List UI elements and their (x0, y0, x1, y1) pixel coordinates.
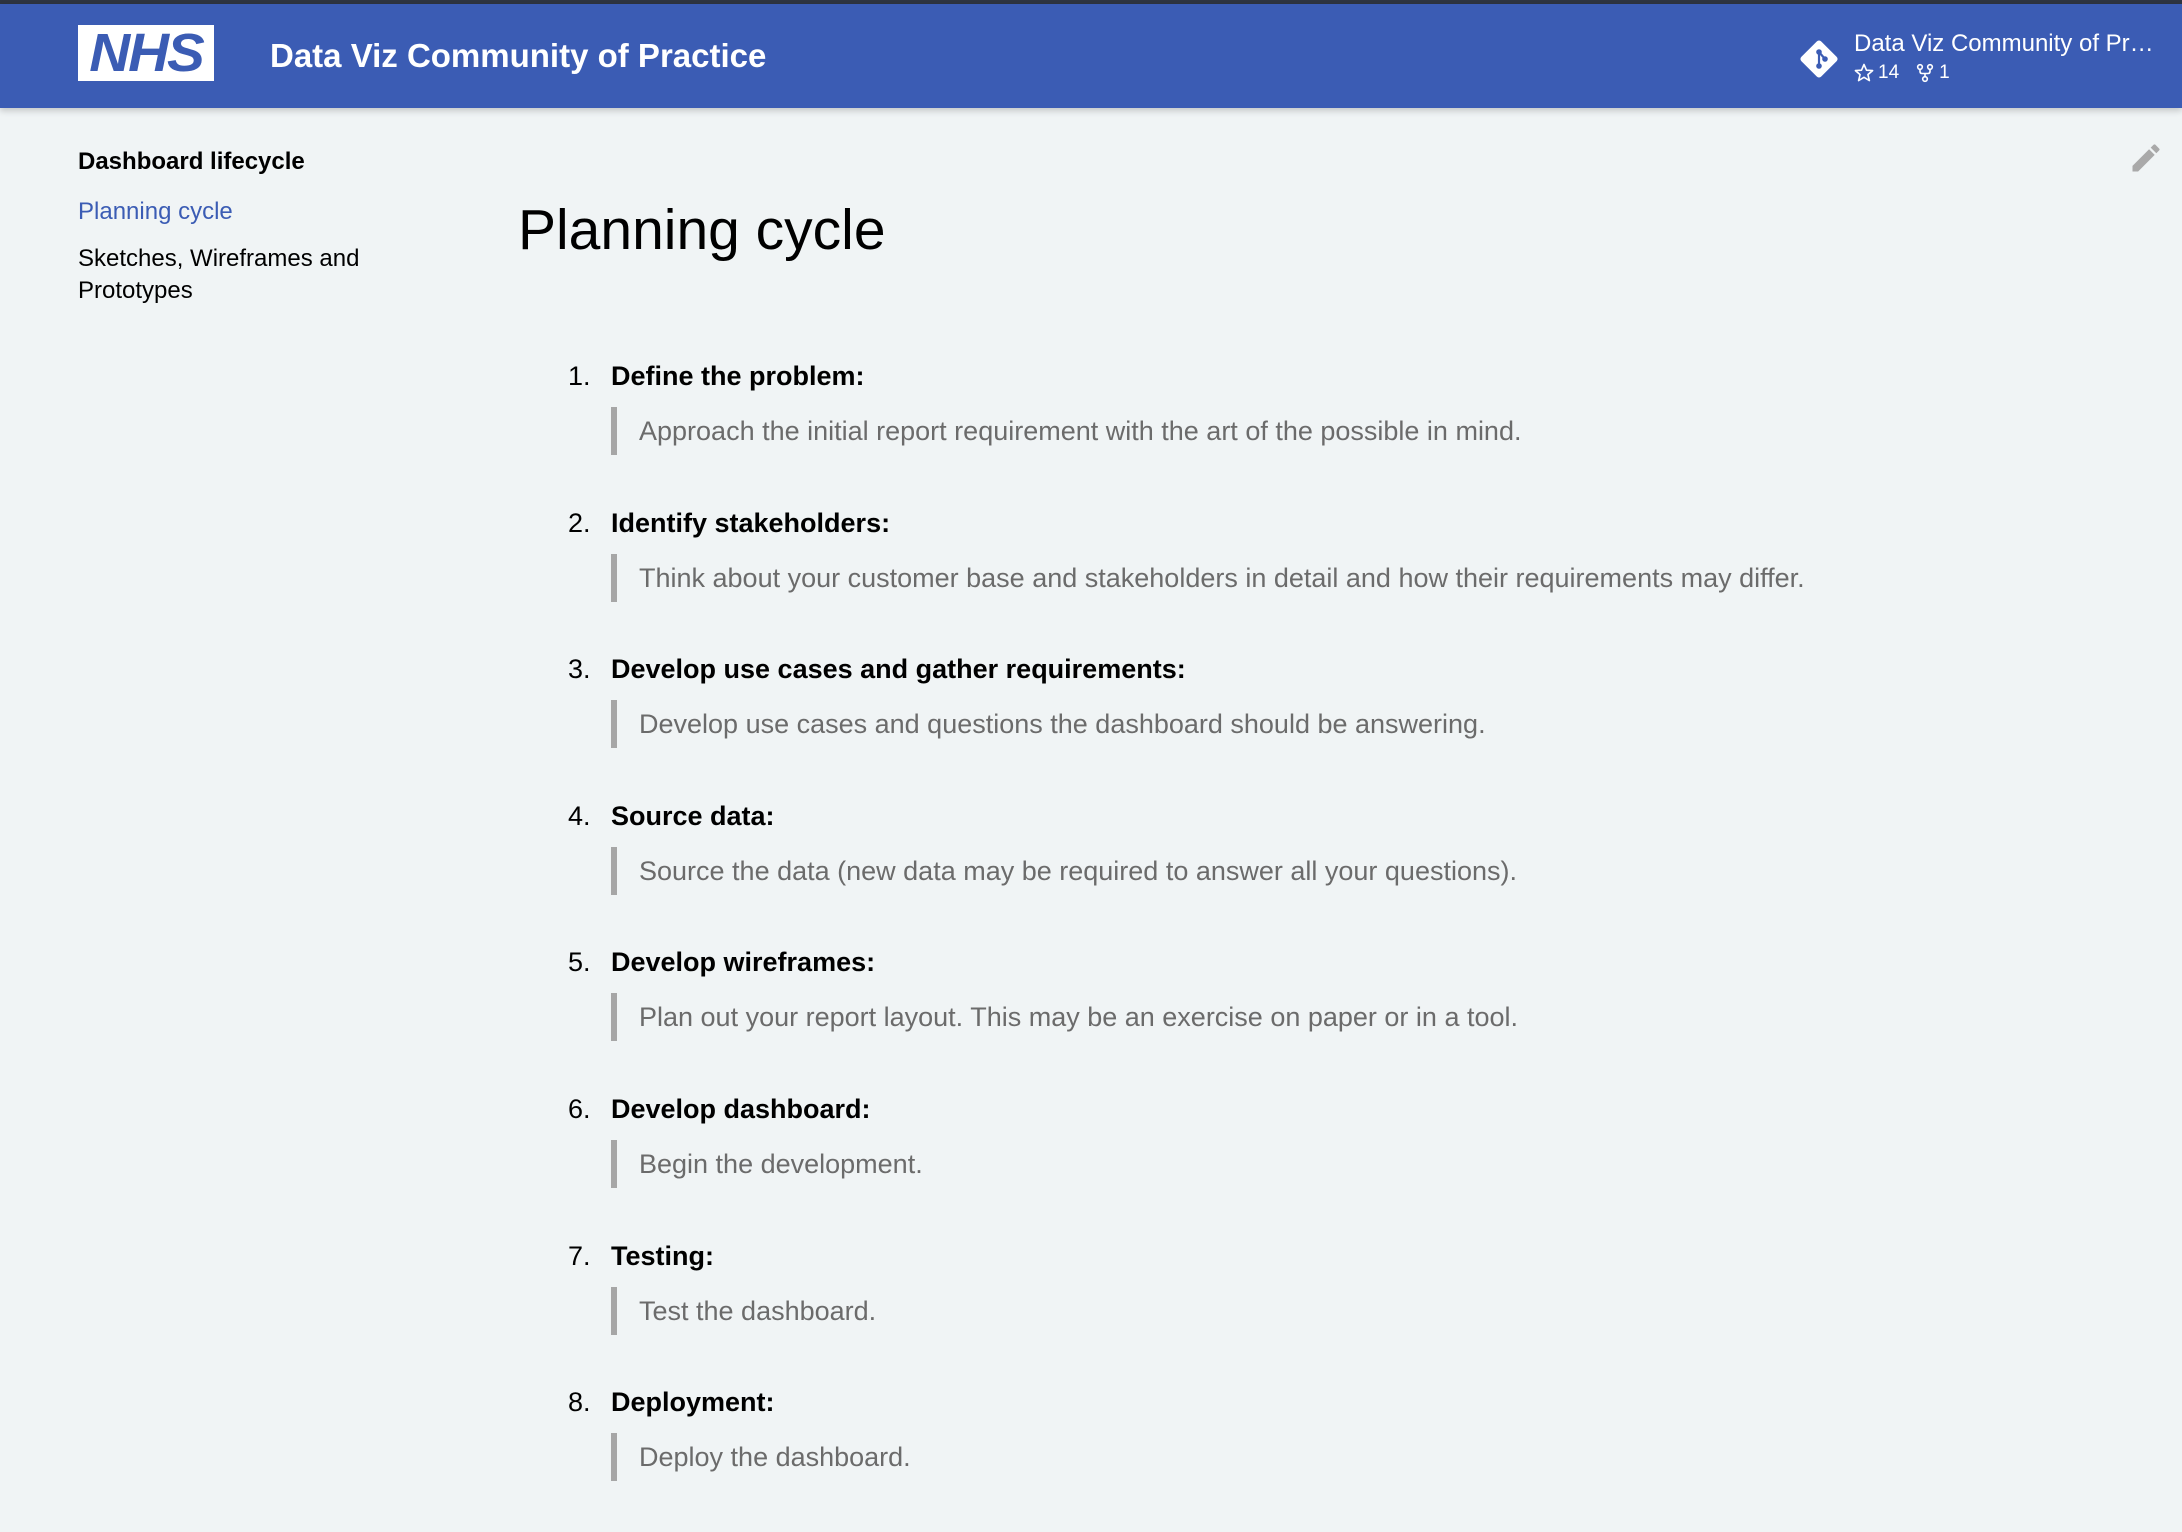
repo-name: Data Viz Community of Pra… (1854, 30, 2164, 57)
sidebar-heading[interactable]: Dashboard lifecycle (78, 148, 418, 176)
forks-stat: 1 (1915, 62, 1950, 84)
repo-link[interactable]: Data Viz Community of Pra… 14 1 (1798, 28, 2168, 88)
nhs-logo[interactable]: NHS (78, 25, 214, 81)
step-title: Identify stakeholders: (611, 507, 891, 538)
step-description: Plan out your report layout. This may be… (611, 993, 1518, 1042)
page-title: Planning cycle (518, 198, 886, 262)
repo-stats: 14 1 (1854, 62, 1966, 84)
step-number: 5. (568, 947, 591, 978)
list-item: 3. Develop use cases and gather requirem… (518, 652, 2118, 799)
pencil-icon[interactable] (2128, 140, 2164, 176)
site-title[interactable]: Data Viz Community of Practice (270, 37, 766, 75)
step-description: Source the data (new data may be require… (611, 846, 1517, 895)
step-title: Develop dashboard: (611, 1093, 871, 1124)
sidebar-nav: Dashboard lifecycle Planning cycle Sketc… (78, 148, 418, 322)
step-number: 8. (568, 1387, 591, 1418)
star-icon (1854, 63, 1874, 82)
forks-count: 1 (1939, 62, 1950, 83)
step-description: Begin the development. (611, 1139, 923, 1188)
planning-steps-list: 1. Define the problem: Approach the init… (518, 359, 2118, 1532)
step-description: Deploy the dashboard. (611, 1433, 911, 1482)
header-bar: NHS Data Viz Community of Practice Data … (0, 4, 2182, 108)
list-item: 7. Testing: Test the dashboard. (518, 1239, 2118, 1386)
step-description: Develop use cases and questions the dash… (611, 700, 1486, 749)
fork-icon (1917, 63, 1934, 83)
step-number: 2. (568, 507, 591, 538)
step-number: 6. (568, 1093, 591, 1124)
step-number: 7. (568, 1240, 591, 1271)
sidebar-item-sketches-wireframes[interactable]: Sketches, Wireframes and Prototypes (78, 243, 418, 307)
logo-text: NHS (89, 23, 205, 83)
list-item: 5. Develop wireframes: Plan out your rep… (518, 945, 2118, 1092)
step-number: 1. (568, 361, 591, 391)
step-description: Test the dashboard. (611, 1286, 876, 1335)
step-description: Think about your customer base and stake… (611, 553, 1805, 602)
step-number: 3. (568, 654, 591, 685)
step-description: Approach the initial report requirement … (611, 407, 1521, 455)
list-item: 2. Identify stakeholders: Think about yo… (518, 506, 2118, 653)
list-item: 4. Source data: Source the data (new dat… (518, 799, 2118, 946)
main-content: Planning cycle 1. Define the problem: Ap… (518, 195, 2118, 1532)
step-number: 4. (568, 800, 591, 831)
git-icon (1800, 40, 1838, 78)
list-item: 1. Define the problem: Approach the init… (518, 359, 2118, 506)
step-title: Deployment: (611, 1387, 775, 1418)
step-title: Testing: (611, 1240, 714, 1271)
step-title: Define the problem: (611, 361, 865, 391)
step-title: Develop wireframes: (611, 947, 876, 978)
stars-stat: 14 (1854, 62, 1899, 84)
step-title: Source data: (611, 800, 775, 831)
list-item: 6. Develop dashboard: Begin the developm… (518, 1092, 2118, 1239)
step-title: Develop use cases and gather requirement… (611, 654, 1186, 685)
stars-count: 14 (1878, 62, 1900, 83)
list-item: 8. Deployment: Deploy the dashboard. (518, 1385, 2118, 1532)
sidebar-item-planning-cycle[interactable]: Planning cycle (78, 196, 418, 228)
